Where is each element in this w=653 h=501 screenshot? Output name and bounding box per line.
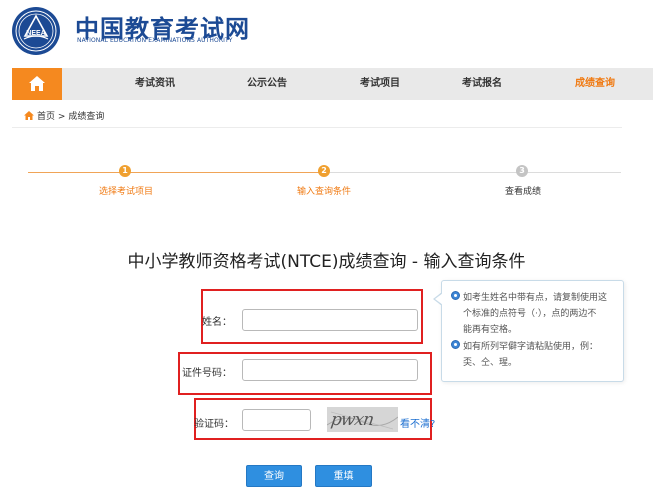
name-input[interactable] xyxy=(242,309,418,331)
tip-arrow-inner xyxy=(435,293,443,305)
tip-1-line-2: 个标准的点符号（·），点的两边不 xyxy=(463,309,597,319)
step-3-dot: 3 xyxy=(516,165,528,177)
id-number-input[interactable] xyxy=(242,359,418,381)
captcha-refresh-link[interactable]: 看不清? xyxy=(400,415,435,430)
name-label: 姓名： xyxy=(202,317,232,328)
breadcrumb: 首页 > 成绩查询 xyxy=(24,109,104,122)
nav-item-registration[interactable]: 考试报名 xyxy=(462,68,502,100)
tip-1-line-3: 能再有空格。 xyxy=(463,325,518,335)
reset-button[interactable]: 重填 xyxy=(315,465,372,487)
captcha-text: pwxn xyxy=(329,410,375,430)
breadcrumb-separator: > xyxy=(57,112,66,122)
nav-item-exam-projects[interactable]: 考试项目 xyxy=(360,68,400,100)
breadcrumb-divider xyxy=(12,127,622,128)
step-remaining-line xyxy=(328,172,621,173)
step-3-label: 查看成绩 xyxy=(504,187,542,197)
nav-item-score-query[interactable]: 成绩查询 xyxy=(575,68,615,100)
step-2-dot: 2 xyxy=(318,165,330,177)
query-button[interactable]: 查询 xyxy=(246,465,302,487)
tip-2-line-2: 奀、仝、瑆。 xyxy=(463,358,518,368)
step-1-dot: 1 xyxy=(119,165,131,177)
captcha-image[interactable]: pwxn xyxy=(327,407,398,432)
captcha-label: 验证码： xyxy=(194,419,234,430)
captcha-input[interactable] xyxy=(242,409,311,431)
breadcrumb-home-link[interactable]: 首页 xyxy=(37,112,55,122)
nav-item-exam-news[interactable]: 考试资讯 xyxy=(135,68,175,100)
main-nav: 考试资讯 公示公告 考试项目 考试报名 成绩查询 xyxy=(12,68,653,100)
home-small-icon xyxy=(24,111,34,120)
home-icon xyxy=(29,76,45,91)
tip-2-line-1: 如有所列罕僻字请粘贴使用，例： xyxy=(463,342,599,352)
info-bullet-icon xyxy=(451,291,460,300)
step-2-label: 输入查询条件 xyxy=(296,187,352,197)
step-progress-line xyxy=(28,172,328,173)
svg-text:NEEA: NEEA xyxy=(26,30,45,37)
nav-item-announcements[interactable]: 公示公告 xyxy=(247,68,287,100)
tip-1-line-1: 如考生姓名中带有点，请复制使用这 xyxy=(463,293,608,303)
site-subtitle: NATIONAL EDUCATION EXAMINATIONS AUTHORIT… xyxy=(77,37,233,44)
neea-seal-icon: NEEA xyxy=(12,7,60,55)
page-title: 中小学教师资格考试(NTCE)成绩查询 - 输入查询条件 xyxy=(127,252,526,272)
info-bullet-icon xyxy=(451,340,460,349)
nav-home-button[interactable] xyxy=(12,68,62,100)
breadcrumb-current: 成绩查询 xyxy=(68,112,105,122)
step-1-label: 选择考试项目 xyxy=(98,187,154,197)
id-number-label: 证件号码： xyxy=(182,368,232,379)
